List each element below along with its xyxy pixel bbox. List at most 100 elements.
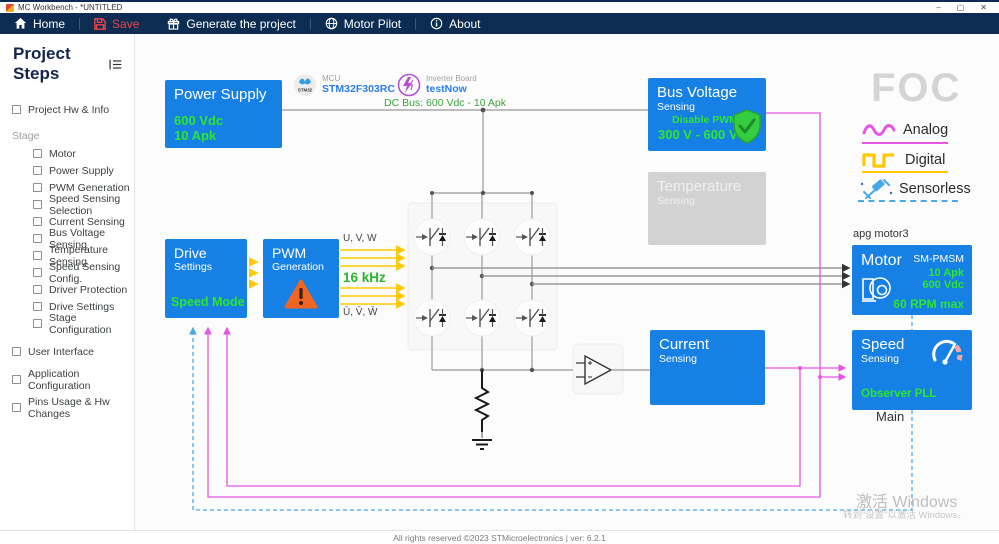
window-title: MC Workbench - *UNTITLED	[18, 3, 122, 12]
motor-type: SM-PMSM	[913, 253, 964, 265]
checkbox[interactable]	[12, 375, 21, 384]
sidebar-item-project-hw-info[interactable]: Project Hw & Info	[0, 101, 134, 118]
menu-bar: Home Save Generate the project Motor Pil…	[0, 13, 999, 34]
motor-block[interactable]: Motor SM-PMSM 10 Apk 600 Vdc 60 RPM max	[852, 245, 972, 315]
stage-section-label: Stage	[0, 130, 134, 142]
temperature-subtitle: Sensing	[657, 195, 757, 207]
sidebar-item-stage-configuration[interactable]: Stage Configuration	[0, 315, 134, 332]
minimize-button[interactable]: –	[936, 2, 940, 13]
footer-text: All rights reserved ©2023 STMicroelectro…	[393, 533, 606, 543]
checkbox[interactable]	[33, 217, 42, 226]
dc-bus-label: DC Bus: 600 Vdc - 10 Apk	[384, 97, 506, 109]
sidebar-item-label: Project Hw & Info	[28, 104, 109, 116]
home-icon	[14, 17, 27, 30]
motor-current-value: 10 Apk	[928, 267, 964, 279]
drive-mode-value: Speed Mode	[171, 295, 245, 309]
legend-analog-label: Analog	[903, 122, 948, 138]
globe-icon	[325, 17, 338, 30]
checkbox[interactable]	[33, 166, 42, 175]
power-supply-voltage: 600 Vdc	[174, 113, 223, 128]
sidebar-item-pins-usage[interactable]: Pins Usage & Hw Changes	[0, 399, 134, 416]
checkbox[interactable]	[33, 234, 42, 243]
gift-icon	[167, 17, 180, 30]
sidebar-item-driver-protection[interactable]: Driver Protection	[0, 281, 134, 298]
checkbox[interactable]	[33, 268, 42, 277]
checkbox[interactable]	[33, 183, 42, 192]
speed-sensing-block[interactable]: Speed Sensing Observer PLL	[852, 330, 972, 410]
save-icon	[94, 18, 106, 30]
pwm-title: PWM	[272, 246, 330, 261]
checkbox[interactable]	[12, 105, 21, 114]
title-bar: MC Workbench - *UNTITLED – ▢ ✕	[0, 0, 999, 13]
sensorless-icon	[858, 178, 894, 202]
app-icon	[6, 4, 14, 12]
power-supply-title: Power Supply	[174, 87, 273, 103]
mcu-chip[interactable]: STM32 MCU STM32F303RC	[293, 73, 395, 97]
sidebar-item-label: Application Configuration	[28, 368, 134, 392]
sidebar-item-label: User Interface	[28, 346, 94, 358]
mcu-name: STM32F303RC	[322, 84, 395, 96]
bus-voltage-title: Bus Voltage	[657, 85, 757, 101]
checkbox[interactable]	[12, 347, 21, 356]
sidebar-item-label: Pins Usage & Hw Changes	[28, 396, 134, 420]
sidebar-item-label: Speed Sensing Config.	[49, 261, 134, 285]
speed-algorithm-value: Observer PLL	[861, 388, 936, 400]
digital-underline	[862, 171, 948, 173]
pwm-bottom-phases-label: Ū, V̄, W̄	[343, 307, 377, 318]
status-bar: All rights reserved ©2023 STMicroelectro…	[0, 530, 999, 544]
menu-save-label: Save	[112, 17, 139, 31]
checkbox[interactable]	[33, 149, 42, 158]
bus-voltage-range: 300 V - 600 V	[658, 127, 738, 142]
menu-save[interactable]: Save	[80, 13, 153, 34]
checkbox[interactable]	[33, 251, 42, 260]
menu-about[interactable]: About	[416, 13, 494, 34]
current-sensing-block[interactable]: Current Sensing	[650, 330, 765, 405]
current-sensing-title: Current	[659, 337, 756, 353]
menu-home-label: Home	[33, 17, 65, 31]
close-button[interactable]: ✕	[980, 2, 987, 13]
windows-activation-watermark-sub: 转到“设置”以激活 Windows。	[843, 507, 967, 521]
current-sensing-subtitle: Sensing	[659, 353, 756, 365]
checkbox[interactable]	[12, 403, 21, 412]
steps-outline-icon[interactable]	[109, 58, 122, 71]
sidebar-item-label: Speed Sensing Selection	[49, 193, 134, 217]
sidebar-item-label: Power Supply	[49, 165, 114, 177]
bus-voltage-sensing-block[interactable]: Bus Voltage Sensing Disable PWM 300 V - …	[648, 78, 766, 151]
maximize-button[interactable]: ▢	[957, 2, 965, 13]
temperature-title: Temperature	[657, 179, 757, 195]
sidebar-item-label: Stage Configuration	[49, 312, 134, 336]
checkbox[interactable]	[33, 200, 42, 209]
checkbox[interactable]	[33, 302, 42, 311]
checkbox[interactable]	[33, 319, 42, 328]
drive-settings-block[interactable]: Drive Settings Speed Mode	[165, 239, 247, 318]
menu-generate-project[interactable]: Generate the project	[153, 13, 309, 34]
menu-motor-pilot[interactable]: Motor Pilot	[311, 13, 415, 34]
pwm-generation-block[interactable]: PWM Generation	[263, 239, 339, 318]
motor-tag-label: apg motor3	[853, 228, 909, 240]
foc-legend-title: FOC	[871, 66, 961, 111]
power-supply-current: 10 Apk	[174, 128, 216, 143]
inverter-board-chip[interactable]: Inverter Board testNow	[397, 73, 477, 97]
temperature-sensing-block[interactable]: Temperature Sensing	[648, 172, 766, 245]
sidebar-item-user-interface[interactable]: User Interface	[0, 343, 134, 360]
drive-settings-title: Drive	[174, 246, 238, 261]
drive-settings-subtitle: Settings	[174, 261, 238, 273]
checkbox[interactable]	[33, 285, 42, 294]
sidebar-item-label: Driver Protection	[49, 284, 127, 296]
motor-voltage-value: 600 Vdc	[922, 279, 964, 291]
power-supply-block[interactable]: Power Supply 600 Vdc 10 Apk	[165, 80, 282, 148]
motor-icon	[859, 271, 895, 307]
sidebar-item-application-configuration[interactable]: Application Configuration	[0, 371, 134, 388]
sidebar-item-label: Motor	[49, 148, 76, 160]
sidebar-item-power-supply[interactable]: Power Supply	[0, 162, 134, 179]
main-label: Main	[876, 409, 904, 424]
sidebar-item-motor[interactable]: Motor	[0, 145, 134, 162]
sensorless-underline	[858, 200, 958, 202]
digital-wave-icon	[862, 151, 896, 169]
menu-home[interactable]: Home	[0, 13, 79, 34]
sidebar-item-speed-sensing-selection[interactable]: Speed Sensing Selection	[0, 196, 134, 213]
menu-generate-label: Generate the project	[186, 17, 295, 31]
inverter-name: testNow	[426, 84, 477, 96]
sidebar-title: Project Steps	[13, 44, 109, 84]
sidebar-item-speed-sensing-config[interactable]: Speed Sensing Config.	[0, 264, 134, 281]
